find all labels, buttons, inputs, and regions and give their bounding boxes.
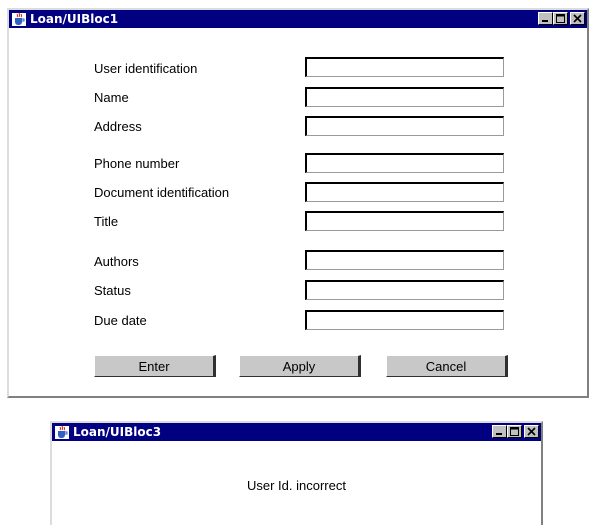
loan-uibloc3-window: Loan/UIBloc3 User Id. incorrect <box>50 421 543 525</box>
minimize-icon <box>496 433 502 435</box>
document-identification-input[interactable] <box>305 182 504 202</box>
label-user-identification: User identification <box>94 61 198 76</box>
close-icon <box>573 14 582 23</box>
minimize-button[interactable] <box>538 12 553 25</box>
window-title: Loan/UIBloc1 <box>30 12 119 26</box>
maximize-icon <box>510 427 519 436</box>
error-message: User Id. incorrect <box>247 478 346 493</box>
label-name: Name <box>94 90 129 105</box>
close-button[interactable] <box>524 425 539 438</box>
authors-input[interactable] <box>305 250 504 270</box>
title-bar[interactable]: Loan/UIBloc1 <box>9 10 587 28</box>
name-input[interactable] <box>305 87 504 107</box>
title-bar[interactable]: Loan/UIBloc3 <box>52 423 541 441</box>
label-phone-number: Phone number <box>94 156 180 171</box>
java-cup-icon <box>54 425 70 439</box>
minimize-icon <box>542 20 548 22</box>
cancel-button[interactable]: Cancel <box>386 355 508 377</box>
apply-button[interactable]: Apply <box>239 355 361 377</box>
window-title: Loan/UIBloc3 <box>73 425 162 439</box>
label-document-identification: Document identification <box>94 185 230 200</box>
label-due-date: Due date <box>94 313 147 328</box>
label-authors: Authors <box>94 254 139 269</box>
user-identification-input[interactable] <box>305 57 504 77</box>
label-title: Title <box>94 214 119 229</box>
maximize-button[interactable] <box>507 425 522 438</box>
window-controls <box>492 425 539 438</box>
maximize-icon <box>556 14 565 23</box>
close-icon <box>527 427 536 436</box>
maximize-button[interactable] <box>553 12 568 25</box>
address-input[interactable] <box>305 116 504 136</box>
label-status: Status <box>94 283 131 298</box>
close-button[interactable] <box>570 12 585 25</box>
java-cup-icon <box>11 12 27 26</box>
enter-button[interactable]: Enter <box>94 355 216 377</box>
status-input[interactable] <box>305 280 504 300</box>
loan-uibloc1-window: Loan/UIBloc1 User identification Name Ad… <box>7 8 589 398</box>
due-date-input[interactable] <box>305 310 504 330</box>
label-address: Address <box>94 119 142 134</box>
phone-number-input[interactable] <box>305 153 504 173</box>
minimize-button[interactable] <box>492 425 507 438</box>
window-controls <box>538 12 585 25</box>
title-input[interactable] <box>305 211 504 231</box>
